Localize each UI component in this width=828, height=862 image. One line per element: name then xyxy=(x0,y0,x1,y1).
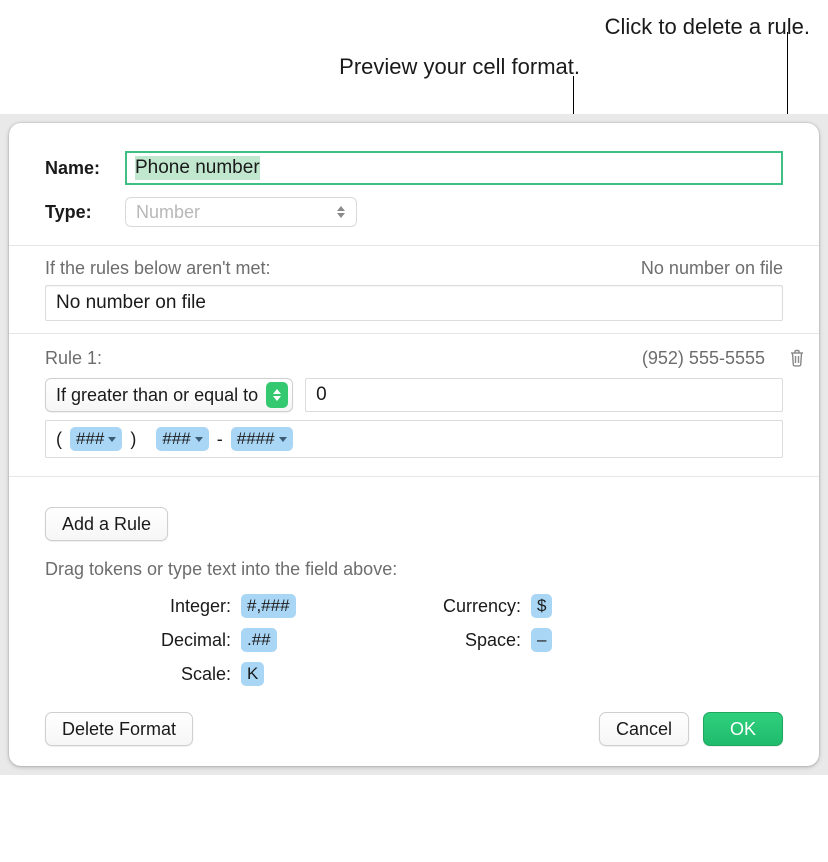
format-literal: - xyxy=(215,429,225,450)
format-literal: ( xyxy=(54,429,64,450)
currency-token[interactable]: $ xyxy=(531,594,552,618)
rule-label: Rule 1: xyxy=(45,348,102,369)
format-literal: ) xyxy=(128,429,138,450)
scale-token[interactable]: K xyxy=(241,662,264,686)
delete-rule-button[interactable] xyxy=(785,346,809,370)
chevron-up-down-icon xyxy=(266,382,288,408)
custom-format-dialog: Name: Phone number Type: Number If the r… xyxy=(9,123,819,766)
currency-token-label: Currency: xyxy=(361,596,531,617)
unmet-preview: No number on file xyxy=(641,258,783,279)
type-select-value: Number xyxy=(136,202,200,223)
rule-format-field[interactable]: ( ### ) ### - #### xyxy=(45,420,783,458)
dialog-backdrop: Name: Phone number Type: Number If the r… xyxy=(0,114,828,775)
name-input[interactable]: Phone number xyxy=(125,151,783,185)
cancel-button[interactable]: Cancel xyxy=(599,712,689,746)
decimal-token[interactable]: .## xyxy=(241,628,277,652)
space-token-label: Space: xyxy=(361,630,531,651)
unmet-label: If the rules below aren't met: xyxy=(45,258,271,279)
chevron-down-icon xyxy=(195,437,203,442)
divider xyxy=(9,476,819,477)
chevron-down-icon xyxy=(108,437,116,442)
type-label: Type: xyxy=(45,202,125,223)
rule-value-input[interactable]: 0 xyxy=(305,378,783,412)
type-select[interactable]: Number xyxy=(125,197,357,227)
scale-token-label: Scale: xyxy=(61,664,241,685)
divider xyxy=(9,333,819,334)
add-rule-button[interactable]: Add a Rule xyxy=(45,507,168,541)
callout-preview: Preview your cell format. xyxy=(0,54,580,80)
rule-condition-select[interactable]: If greater than or equal to xyxy=(45,378,293,412)
callout-delete-rule: Click to delete a rule. xyxy=(0,14,810,40)
divider xyxy=(9,245,819,246)
chevron-down-icon xyxy=(279,437,287,442)
integer-token-label: Integer: xyxy=(61,596,241,617)
unmet-format-value: No number on file xyxy=(56,292,206,314)
space-token[interactable]: – xyxy=(531,628,552,652)
rule-value-text: 0 xyxy=(316,384,327,406)
ok-button[interactable]: OK xyxy=(703,712,783,746)
decimal-token-label: Decimal: xyxy=(61,630,241,651)
rule-condition-value: If greater than or equal to xyxy=(56,385,258,406)
format-token[interactable]: ### xyxy=(70,427,122,451)
format-token[interactable]: ### xyxy=(156,427,208,451)
integer-token[interactable]: #,### xyxy=(241,594,296,618)
rule-preview: (952) 555-5555 xyxy=(642,348,765,369)
token-help-text: Drag tokens or type text into the field … xyxy=(9,541,819,586)
name-input-value: Phone number xyxy=(135,156,260,180)
format-token[interactable]: #### xyxy=(231,427,293,451)
name-label: Name: xyxy=(45,158,125,179)
delete-format-button[interactable]: Delete Format xyxy=(45,712,193,746)
chevron-up-down-icon xyxy=(334,203,348,221)
trash-icon xyxy=(788,348,806,368)
unmet-format-field[interactable]: No number on file xyxy=(45,285,783,321)
